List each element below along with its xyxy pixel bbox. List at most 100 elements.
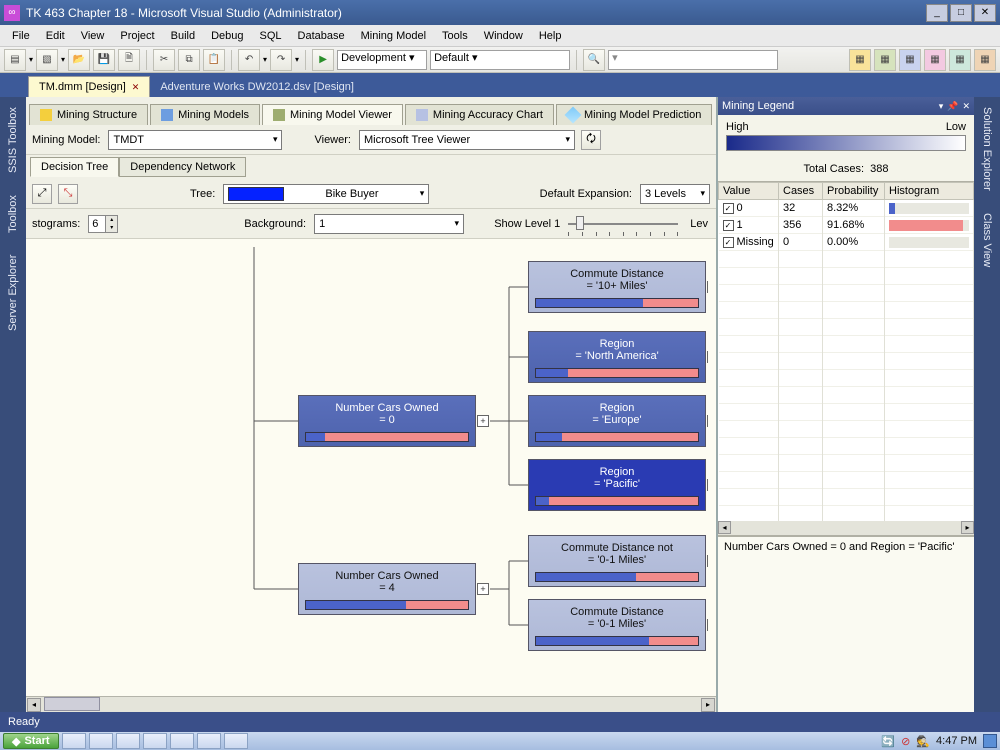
expand-icon[interactable]: + <box>707 415 708 427</box>
menu-file[interactable]: File <box>4 28 38 44</box>
show-desktop-button[interactable] <box>983 734 997 748</box>
sidetab-server-explorer[interactable]: Server Explorer <box>5 251 21 335</box>
restore-button[interactable]: □ <box>950 4 972 22</box>
checkbox-icon[interactable]: ✓ <box>723 237 734 248</box>
legend-col-probability[interactable]: Probability <box>823 183 885 200</box>
open-button[interactable]: 📂 <box>68 49 90 71</box>
minimize-button[interactable]: _ <box>926 4 948 22</box>
menu-build[interactable]: Build <box>163 28 203 44</box>
close-button[interactable]: ✕ <box>974 4 996 22</box>
close-tab-icon[interactable]: ✕ <box>132 82 140 93</box>
solution-config-select[interactable]: Development ▾ <box>337 50 427 70</box>
tool-e-button[interactable]: ▦ <box>949 49 971 71</box>
reload-viewer-button[interactable]: 🗘 <box>581 130 601 150</box>
mining-model-select[interactable]: TMDT <box>108 130 282 150</box>
tray-icon[interactable]: 🕵 <box>916 735 930 748</box>
designer-tab-mining-model-viewer[interactable]: Mining Model Viewer <box>262 104 403 125</box>
autohide-icon[interactable]: ▾ <box>939 101 944 112</box>
paste-button[interactable]: 📋 <box>203 49 225 71</box>
tool-f-button[interactable]: ▦ <box>974 49 996 71</box>
menu-project[interactable]: Project <box>112 28 162 44</box>
designer-tab-mining-model-prediction[interactable]: Mining Model Prediction <box>556 104 712 125</box>
menu-edit[interactable]: Edit <box>38 28 73 44</box>
system-tray[interactable]: 🔄 ⊘ 🕵 4:47 PM <box>881 734 997 748</box>
taskbar-item[interactable] <box>143 733 167 749</box>
subtab-dependency-network[interactable]: Dependency Network <box>119 157 246 177</box>
tool-c-button[interactable]: ▦ <box>899 49 921 71</box>
menu-tools[interactable]: Tools <box>434 28 476 44</box>
legend-row[interactable]: ✓0328.32% <box>719 200 974 217</box>
tray-icon[interactable]: 🔄 <box>881 735 895 748</box>
start-button[interactable]: ◆ Start <box>3 733 59 749</box>
sidetab-ssis-toolbox[interactable]: SSIS Toolbox <box>5 103 21 177</box>
checkbox-icon[interactable]: ✓ <box>723 203 734 214</box>
canvas-hscrollbar[interactable]: ◂▸ <box>26 696 716 712</box>
zoom-fit-button[interactable]: ⤢ <box>32 184 52 204</box>
legend-col-value[interactable]: Value <box>719 183 779 200</box>
show-level-slider[interactable] <box>568 216 678 232</box>
new-project-button[interactable]: ▤ <box>4 49 26 71</box>
solution-platform-select[interactable]: Default ▾ <box>430 50 570 70</box>
tree-node[interactable]: Region= 'North America'+ <box>528 331 706 383</box>
document-tab[interactable]: Adventure Works DW2012.dsv [Design] <box>150 77 364 97</box>
menu-window[interactable]: Window <box>476 28 531 44</box>
legend-row[interactable]: ✓135691.68% <box>719 217 974 234</box>
menu-database[interactable]: Database <box>290 28 353 44</box>
tree-canvas[interactable]: Number Cars Owned= 0+ Number Cars Owned= … <box>26 239 716 712</box>
expand-icon[interactable]: + <box>707 281 708 293</box>
expand-icon[interactable]: + <box>707 555 708 567</box>
mining-legend-header[interactable]: Mining Legend ▾📌✕ <box>718 97 974 115</box>
tree-node[interactable]: Number Cars Owned= 4+ <box>298 563 476 615</box>
find-combo[interactable]: ▾ <box>608 50 778 70</box>
find-button[interactable]: 🔍 <box>583 49 605 71</box>
menu-debug[interactable]: Debug <box>203 28 251 44</box>
pin-icon[interactable]: 📌 <box>947 101 958 112</box>
sidetab-class-view[interactable]: Class View <box>979 209 995 271</box>
save-all-button[interactable]: 🗎 <box>118 49 140 71</box>
taskbar-item[interactable] <box>224 733 248 749</box>
tree-select[interactable]: Bike Buyer <box>223 184 429 204</box>
start-button[interactable]: ▶ <box>312 49 334 71</box>
sidetab-solution-explorer[interactable]: Solution Explorer <box>979 103 995 195</box>
taskbar-item[interactable] <box>170 733 194 749</box>
sidetab-toolbox[interactable]: Toolbox <box>5 191 21 237</box>
taskbar-item[interactable] <box>116 733 140 749</box>
histograms-spinner[interactable]: 6▴▾ <box>88 215 118 233</box>
tray-icon[interactable]: ⊘ <box>901 735 910 748</box>
save-button[interactable]: 💾 <box>93 49 115 71</box>
taskbar-item[interactable] <box>197 733 221 749</box>
menu-help[interactable]: Help <box>531 28 570 44</box>
expand-icon[interactable]: + <box>477 583 489 595</box>
menu-view[interactable]: View <box>73 28 113 44</box>
designer-tab-mining-accuracy-chart[interactable]: Mining Accuracy Chart <box>405 104 554 125</box>
close-pane-icon[interactable]: ✕ <box>962 101 970 112</box>
legend-hscrollbar[interactable]: ◂▸ <box>718 521 974 535</box>
viewer-select[interactable]: Microsoft Tree Viewer <box>359 130 575 150</box>
add-item-button[interactable]: ▧ <box>36 49 58 71</box>
tool-a-button[interactable]: ▦ <box>849 49 871 71</box>
designer-tab-mining-models[interactable]: Mining Models <box>150 104 260 125</box>
legend-row[interactable]: ✓Missing00.00% <box>719 234 974 251</box>
copy-button[interactable]: ⧉ <box>178 49 200 71</box>
legend-col-cases[interactable]: Cases <box>779 183 823 200</box>
tree-node[interactable]: Region= 'Pacific'+ <box>528 459 706 511</box>
tree-node[interactable]: Region= 'Europe'+ <box>528 395 706 447</box>
redo-button[interactable]: ↷ <box>270 49 292 71</box>
zoom-to-fit-button[interactable]: ⤡ <box>58 184 78 204</box>
tool-d-button[interactable]: ▦ <box>924 49 946 71</box>
checkbox-icon[interactable]: ✓ <box>723 220 734 231</box>
tree-node[interactable]: Commute Distance= '0-1 Miles'+ <box>528 599 706 651</box>
menu-mining-model[interactable]: Mining Model <box>353 28 434 44</box>
expand-icon[interactable]: + <box>477 415 489 427</box>
expand-icon[interactable]: + <box>707 479 708 491</box>
expand-icon[interactable]: + <box>707 351 708 363</box>
taskbar-item[interactable] <box>62 733 86 749</box>
undo-button[interactable]: ↶ <box>238 49 260 71</box>
subtab-decision-tree[interactable]: Decision Tree <box>30 157 119 177</box>
tree-node[interactable]: Commute Distance not= '0-1 Miles'+ <box>528 535 706 587</box>
document-tab-active[interactable]: TM.dmm [Design] ✕ <box>28 76 150 97</box>
taskbar-item[interactable] <box>89 733 113 749</box>
legend-col-histogram[interactable]: Histogram <box>885 183 974 200</box>
tree-node[interactable]: Number Cars Owned= 0+ <box>298 395 476 447</box>
background-select[interactable]: 1 <box>314 214 464 234</box>
